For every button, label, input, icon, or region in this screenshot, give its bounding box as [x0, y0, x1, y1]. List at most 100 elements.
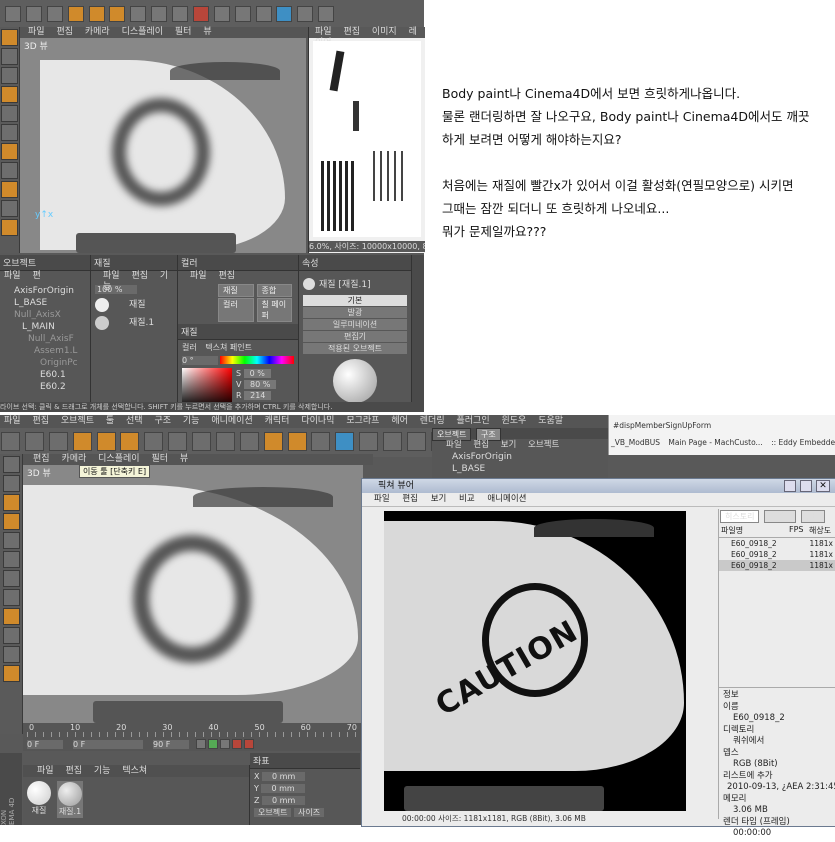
start-frame[interactable]: 0 F [27, 739, 63, 749]
move-icon[interactable] [67, 6, 84, 22]
menu-item[interactable]: 파일 [28, 27, 45, 37]
tool-icon[interactable] [1, 200, 18, 217]
zoom-field[interactable]: 100 % [95, 285, 137, 294]
menu-item[interactable]: 디스플레이 [98, 454, 139, 464]
menu-item[interactable]: 편집 [32, 416, 49, 426]
object-item[interactable]: Null_AxisX [6, 309, 90, 321]
materials-menu-item[interactable]: 파일 [103, 271, 120, 281]
minimize-icon[interactable] [784, 480, 796, 492]
attr-tab[interactable]: 발광 [303, 307, 407, 318]
pv-menu-item[interactable]: 파일 [374, 494, 390, 504]
projection-icon[interactable] [318, 6, 335, 22]
radio-color[interactable]: 컬러 [182, 343, 197, 352]
menu-item[interactable]: 모그라프 [346, 416, 379, 426]
menu-item[interactable]: 파일 [4, 416, 21, 426]
close-icon[interactable]: ✕ [816, 480, 830, 492]
tool-icon[interactable] [2, 456, 20, 473]
hue-field[interactable]: 0 ° [182, 356, 218, 365]
object-item[interactable]: Null_AxisF [6, 333, 90, 345]
tool-icon[interactable] [2, 494, 20, 511]
menu-item[interactable]: 애니메이션 [211, 416, 252, 426]
paint-setup-icon[interactable] [172, 6, 188, 22]
tool-icon[interactable] [1, 162, 18, 179]
attr-tab[interactable]: 적용된 오브젝트 [303, 343, 407, 354]
tool-icon[interactable] [1, 48, 18, 65]
select-arrow-icon[interactable] [48, 432, 68, 451]
cube-icon[interactable] [335, 432, 355, 451]
pv-menu-item[interactable]: 이미지 [372, 27, 397, 37]
uv-icon[interactable] [297, 6, 314, 22]
menu-item[interactable]: 디스플레이 [122, 27, 163, 37]
browser-tab[interactable]: :: Eddy Embedded Mod... [771, 438, 835, 447]
browser-url[interactable]: #dispMemberSignUpForm [609, 415, 835, 436]
brush-icon[interactable] [130, 6, 147, 22]
play-forward-icon[interactable] [220, 739, 230, 749]
object-item[interactable]: AxisForOrigin [452, 451, 608, 463]
tool-icon[interactable] [1, 105, 18, 122]
materials-menu-item[interactable]: 텍스쳐 [122, 766, 147, 776]
material-swatch[interactable] [58, 782, 82, 806]
attr-tab[interactable]: 일루미네이션 [303, 319, 407, 330]
object-item[interactable]: Assem1.L [6, 345, 90, 357]
materials-menu-item[interactable]: 편집 [65, 766, 82, 776]
pencil-icon[interactable] [151, 6, 168, 22]
color-menu-item[interactable]: 파일 [190, 271, 207, 281]
coord-mode[interactable]: 오브젝트 [254, 808, 292, 817]
pv-menu-item[interactable]: 보기 [431, 494, 447, 504]
object-item[interactable]: OriginPc [6, 357, 90, 369]
tool-icon[interactable] [2, 513, 20, 530]
menu-item[interactable]: 뷰 [180, 454, 188, 464]
render-view-icon[interactable] [263, 432, 283, 451]
object-item[interactable]: L_BASE [6, 297, 90, 309]
coord-x-field[interactable]: 0 mm [262, 772, 306, 781]
menu-item[interactable]: 캐릭터 [265, 416, 290, 426]
browser-tab[interactable]: _VB_ModBUS [611, 438, 660, 447]
scale-icon[interactable] [88, 6, 105, 22]
top-3d-viewport[interactable]: 3D 뷰 y↑x [20, 38, 306, 253]
subdivision-icon[interactable] [383, 432, 402, 451]
texture-view-icon[interactable] [276, 6, 293, 22]
tool-icon[interactable] [1, 67, 18, 84]
attr-tab[interactable]: 편집기 [303, 331, 407, 342]
object-item[interactable]: E60.1 [6, 369, 90, 381]
pv-menu-item[interactable]: 비교 [459, 494, 475, 504]
live-select-icon[interactable] [144, 432, 164, 451]
rotate-icon[interactable] [120, 432, 140, 451]
current-frame[interactable]: 0 F [73, 739, 143, 749]
select-icon[interactable] [46, 6, 63, 22]
filter-tab[interactable]: 필터 [800, 510, 826, 523]
material-name[interactable]: 재질 [27, 805, 51, 816]
coord-size[interactable]: 사이즈 [294, 808, 325, 817]
menu-item[interactable]: 필터 [175, 27, 192, 37]
col-header[interactable]: FPS [789, 525, 809, 536]
material-swatch[interactable] [27, 781, 51, 805]
pv-menu-item[interactable]: 파일 [315, 27, 332, 37]
col-header[interactable]: 해상도 [809, 525, 833, 536]
tool-icon[interactable] [2, 551, 20, 568]
s-value[interactable]: 0 % [243, 369, 271, 378]
checker-icon[interactable] [213, 6, 230, 22]
z-axis-icon[interactable] [215, 432, 235, 451]
menu-item[interactable]: 헤어 [391, 416, 408, 426]
menu-item[interactable]: 윈도우 [502, 416, 527, 426]
rotate-icon[interactable] [109, 6, 126, 22]
menu-item[interactable]: 렌더링 [420, 416, 445, 426]
render-settings-icon[interactable] [311, 432, 331, 451]
objects-menu-item[interactable]: 파일 [446, 440, 462, 450]
menu-item[interactable]: 편집 [56, 27, 73, 37]
redo-icon[interactable] [25, 6, 42, 22]
pen-icon[interactable] [359, 432, 379, 451]
objects-menu-item[interactable]: 편집 [473, 440, 489, 450]
object-item[interactable]: L_MAIN [6, 321, 90, 333]
tool-icon[interactable] [2, 608, 20, 625]
objects-menu-item[interactable]: 보기 [501, 440, 517, 450]
menu-item[interactable]: 도움말 [538, 416, 563, 426]
scale-icon[interactable] [96, 432, 116, 451]
tool-icon[interactable] [1, 143, 18, 160]
layer-option[interactable]: 재질 [218, 284, 254, 297]
history-row[interactable]: E60_0918_2 1181x [719, 560, 835, 571]
move-icon[interactable] [72, 432, 92, 451]
layers-tab[interactable]: 레이어 [764, 510, 797, 523]
objects-menu-item[interactable]: 편 [32, 271, 40, 281]
material-swatch[interactable] [95, 316, 109, 330]
